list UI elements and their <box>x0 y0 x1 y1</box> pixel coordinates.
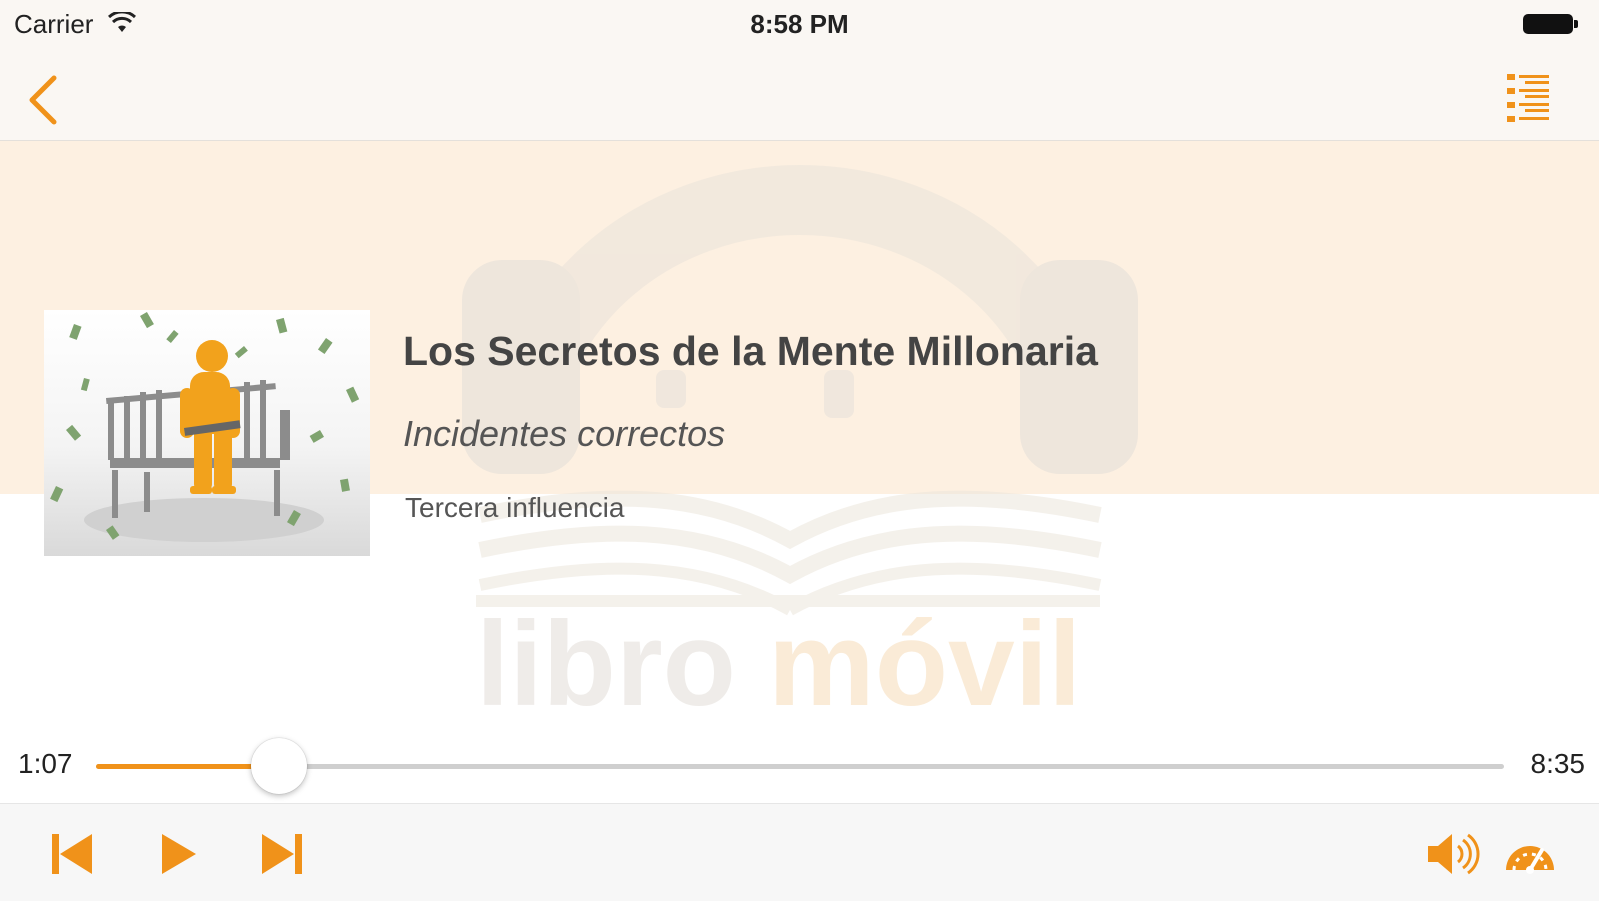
play-icon <box>162 834 196 874</box>
status-bar: Carrier 8:58 PM <box>0 0 1599 52</box>
elapsed-time: 1:07 <box>18 748 73 779</box>
speedometer-icon <box>1506 846 1554 874</box>
playback-controls-bar <box>0 803 1599 901</box>
chapter-title: Incidentes correctos <box>403 413 726 454</box>
volume-icon <box>1428 833 1480 875</box>
next-button[interactable] <box>254 826 310 882</box>
list-icon <box>1507 74 1549 122</box>
progress-thumb[interactable] <box>251 738 308 794</box>
skip-next-icon <box>262 834 302 874</box>
volume-button[interactable] <box>1424 826 1480 882</box>
section-title: Tercera influencia <box>405 492 625 523</box>
status-time: 8:58 PM <box>750 9 849 39</box>
previous-button[interactable] <box>44 826 100 882</box>
chevron-left-icon <box>29 75 57 125</box>
total-time: 8:35 <box>1530 748 1586 779</box>
back-button[interactable] <box>18 64 78 128</box>
playback-speed-button[interactable] <box>1502 826 1558 882</box>
watermark-text-movil: móvil <box>768 597 1081 731</box>
skip-previous-icon <box>52 834 92 874</box>
play-button[interactable] <box>150 826 206 882</box>
battery-icon <box>1523 14 1578 34</box>
watermark-text-libro: libro <box>476 597 736 731</box>
navigation-bar <box>0 52 1599 141</box>
track-title: Los Secretos de la Mente Millonaria <box>403 328 1098 374</box>
album-cover-image <box>44 310 370 556</box>
playlist-button[interactable] <box>1499 62 1559 126</box>
progress-slider[interactable] <box>96 738 1504 794</box>
